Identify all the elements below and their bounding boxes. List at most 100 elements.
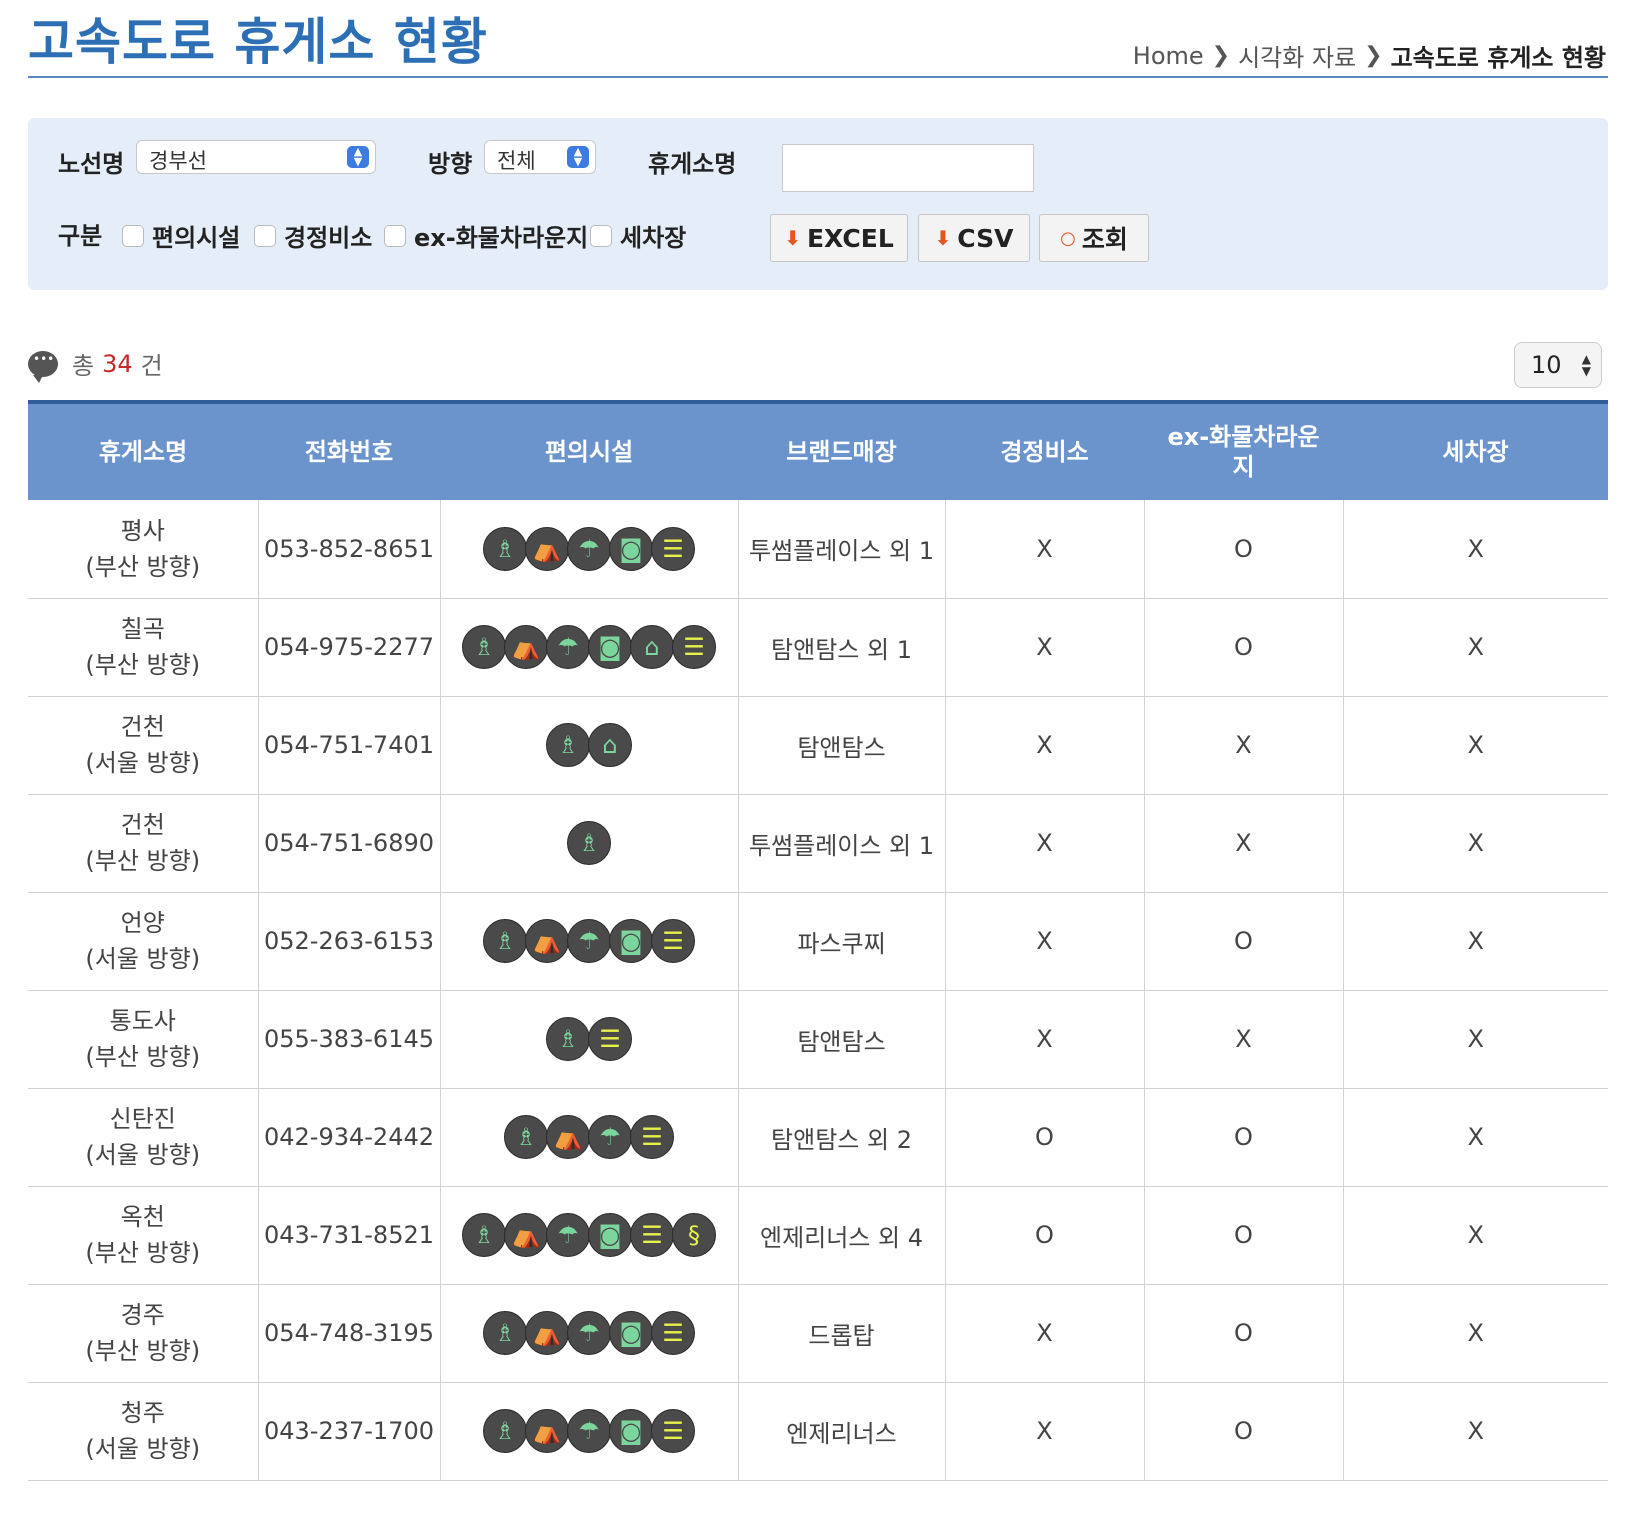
nursing-room-icon[interactable]: ♗ xyxy=(504,1115,548,1159)
barber-pole-icon[interactable]: § xyxy=(672,1213,716,1257)
checkbox-truck-lounge[interactable]: ex-화물차라운지 xyxy=(384,218,588,253)
table-row[interactable]: 신탄진 (서울 방향) 042-934-2442 ♗ ⛺ ☂ ☰ 탐앤탐스 외 2OOX xyxy=(28,1088,1608,1187)
sleeping-room-icon[interactable]: ⛺ xyxy=(525,1409,569,1453)
header-repair-shop[interactable]: 경정비소 xyxy=(945,400,1144,500)
header-brand[interactable]: 브랜드매장 xyxy=(738,400,945,500)
shower-icon[interactable]: ☂ xyxy=(546,625,590,669)
sleeping-room-icon[interactable]: ⛺ xyxy=(546,1115,590,1159)
excel-download-button[interactable]: ⬇ EXCEL xyxy=(770,214,908,262)
laundry-icon[interactable]: ◙ xyxy=(609,919,653,963)
bench-icon[interactable]: ☰ xyxy=(651,919,695,963)
shower-icon[interactable]: ☂ xyxy=(588,1115,632,1159)
table-row[interactable]: 언양 (서울 방향) 052-263-6153 ♗ ⛺ ☂ ◙ ☰ 파스쿠찌 X O X xyxy=(28,892,1608,991)
restarea-direction: (부산 방향) xyxy=(85,651,201,679)
bench-icon[interactable]: ☰ xyxy=(651,526,695,571)
laundry-icon[interactable]: ◙ xyxy=(588,625,632,669)
header-phone[interactable]: 전화번호 xyxy=(258,400,440,500)
restarea-table: 휴게소명 전화번호 편의시설 브랜드매장 경정비소 ex-화물차라운지 세차장 … xyxy=(28,400,1608,1481)
nursing-room-icon[interactable]: ♗ xyxy=(462,625,506,669)
cell-phone: 054-748-3195 xyxy=(257,1284,440,1383)
route-select[interactable]: 경부선 ▲ ▼ xyxy=(136,140,376,174)
cell-phone: 052-263-6153 xyxy=(257,892,440,991)
nursing-room-icon[interactable]: ♗ xyxy=(483,919,527,963)
table-row[interactable]: 경주 (부산 방향) 054-748-3195 ♗ ⛺ ☂ ◙ ☰ 드롭탑 X O X xyxy=(28,1284,1608,1383)
shower-icon[interactable]: ☂ xyxy=(546,1213,590,1257)
per-page-select[interactable]: 10 ▲ ▼ xyxy=(1514,342,1602,388)
shower-icon[interactable]: ☂ xyxy=(567,526,611,571)
restarea-direction: (부산 방향) xyxy=(85,1043,201,1071)
restarea-name-input[interactable] xyxy=(782,144,1034,192)
table-row[interactable]: 옥천 (부산 방향) 043-731-8521 ♗ ⛺ ☂ ◙ ☰ § 엔제리너스 외 4OOX xyxy=(28,1186,1608,1285)
cell-facilities: ♗ ⌂ xyxy=(439,696,738,795)
cell-repair-shop: X xyxy=(944,1284,1144,1383)
checkbox-box[interactable] xyxy=(122,224,144,247)
bench-icon[interactable]: ☰ xyxy=(630,1115,674,1159)
checkbox-facilities[interactable]: 편의시설 xyxy=(122,218,240,253)
nursing-room-icon[interactable]: ♗ xyxy=(567,821,611,865)
speech-bubble-icon xyxy=(28,350,58,383)
cell-facilities: ♗ ⛺ ☂ ◙ ☰ xyxy=(439,1284,738,1383)
cell-truck-lounge: X xyxy=(1143,696,1343,795)
cell-facilities: ♗ xyxy=(439,794,738,893)
cell-facilities: ♗ ⛺ ☂ ◙ ☰ xyxy=(439,892,738,991)
checkbox-label: 편의시설 xyxy=(152,224,241,252)
cell-facilities: ♗ ⛺ ☂ ◙ ☰ xyxy=(439,500,738,599)
checkbox-repair-shop[interactable]: 경정비소 xyxy=(254,218,372,253)
chevron-right-icon: ❯ xyxy=(1211,43,1231,68)
table-row[interactable]: 청주 (서울 방향) 043-237-1700 ♗ ⛺ ☂ ◙ ☰ 엔제리너스 X O X xyxy=(28,1382,1608,1481)
bench-icon[interactable]: ☰ xyxy=(672,625,716,669)
header-restarea-name[interactable]: 휴게소명 xyxy=(28,400,258,500)
checkbox-box[interactable] xyxy=(254,224,276,247)
direction-select[interactable]: 전체 ▲ ▼ xyxy=(484,140,596,174)
nursing-room-icon[interactable]: ♗ xyxy=(483,1311,527,1355)
laundry-icon[interactable]: ◙ xyxy=(609,526,653,571)
header-carwash[interactable]: 세차장 xyxy=(1343,400,1608,500)
checkbox-carwash[interactable]: 세차장 xyxy=(590,218,686,253)
laundry-icon[interactable]: ◙ xyxy=(588,1213,632,1257)
sleeping-room-icon[interactable]: ⛺ xyxy=(525,1311,569,1355)
nursing-room-icon[interactable]: ♗ xyxy=(483,526,527,571)
sleeping-room-icon[interactable]: ⛺ xyxy=(504,625,548,669)
excel-button-label: EXCEL xyxy=(806,223,894,253)
laundry-icon[interactable]: ◙ xyxy=(609,1311,653,1355)
bench-icon[interactable]: ☰ xyxy=(630,1213,674,1257)
checkbox-box[interactable] xyxy=(590,224,612,247)
cell-carwash: X xyxy=(1342,500,1608,599)
cell-brand: 투썸플레이스 외 1 xyxy=(737,500,945,599)
table-row[interactable]: 통도사 (부산 방향) 055-383-6145 ♗ ☰ 탐앤탐스 X X X xyxy=(28,990,1608,1089)
bench-icon[interactable]: ☰ xyxy=(588,1017,632,1061)
nursing-room-icon[interactable]: ♗ xyxy=(546,723,590,767)
sleeping-room-icon[interactable]: ⛺ xyxy=(525,919,569,963)
search-button[interactable]: ○ 조회 xyxy=(1039,214,1149,262)
table-row[interactable]: 칠곡 (부산 방향) 054-975-2277 ♗ ⛺ ☂ ◙ ⌂ ☰ 탐앤탐스 외 1XOX xyxy=(28,598,1608,697)
sleeping-room-icon[interactable]: ⛺ xyxy=(504,1213,548,1257)
table-row[interactable]: 평사 (부산 방향) 053-852-8651 ♗ ⛺ ☂ ◙ ☰ 투썸플레이스 외 1XOX xyxy=(28,500,1608,599)
select-arrows-icon: ▲ ▼ xyxy=(567,146,589,168)
shower-icon[interactable]: ☂ xyxy=(567,1311,611,1355)
shower-icon[interactable]: ☂ xyxy=(567,1409,611,1453)
breadcrumb-level2[interactable]: 시각화 자료 xyxy=(1238,38,1356,73)
laundry-icon[interactable]: ◙ xyxy=(609,1409,653,1453)
shower-icon[interactable]: ☂ xyxy=(567,919,611,963)
breadcrumb-home[interactable]: Home xyxy=(1133,42,1204,70)
cell-restarea-name: 건천 (부산 방향) xyxy=(28,794,258,893)
cell-carwash: X xyxy=(1342,1088,1608,1187)
header-truck-lounge[interactable]: ex-화물차라운지 xyxy=(1144,400,1343,500)
select-arrows-icon: ▲ ▼ xyxy=(1581,352,1591,378)
bench-icon[interactable]: ☰ xyxy=(651,1311,695,1355)
breadcrumb-current: 고속도로 휴게소 현황 xyxy=(1390,44,1606,72)
cell-facilities: ♗ ⛺ ☂ ◙ ⌂ ☰ xyxy=(439,598,738,697)
csv-download-button[interactable]: ⬇ CSV xyxy=(918,214,1030,262)
facility-icons: ♗ ⛺ ☂ ◙ ☰ xyxy=(441,1311,738,1355)
sleeping-room-icon[interactable]: ⛺ xyxy=(525,526,569,571)
shopping-basket-icon[interactable]: ⌂ xyxy=(630,625,674,669)
nursing-room-icon[interactable]: ♗ xyxy=(483,1409,527,1453)
nursing-room-icon[interactable]: ♗ xyxy=(462,1213,506,1257)
nursing-room-icon[interactable]: ♗ xyxy=(546,1017,590,1061)
table-row[interactable]: 건천 (서울 방향) 054-751-7401 ♗ ⌂ 탐앤탐스 X X X xyxy=(28,696,1608,795)
bench-icon[interactable]: ☰ xyxy=(651,1409,695,1453)
shopping-basket-icon[interactable]: ⌂ xyxy=(588,723,632,767)
header-facilities[interactable]: 편의시설 xyxy=(440,400,738,500)
checkbox-box[interactable] xyxy=(384,224,406,247)
table-row[interactable]: 건천 (부산 방향) 054-751-6890 ♗ 투썸플레이스 외 1XXX xyxy=(28,794,1608,893)
